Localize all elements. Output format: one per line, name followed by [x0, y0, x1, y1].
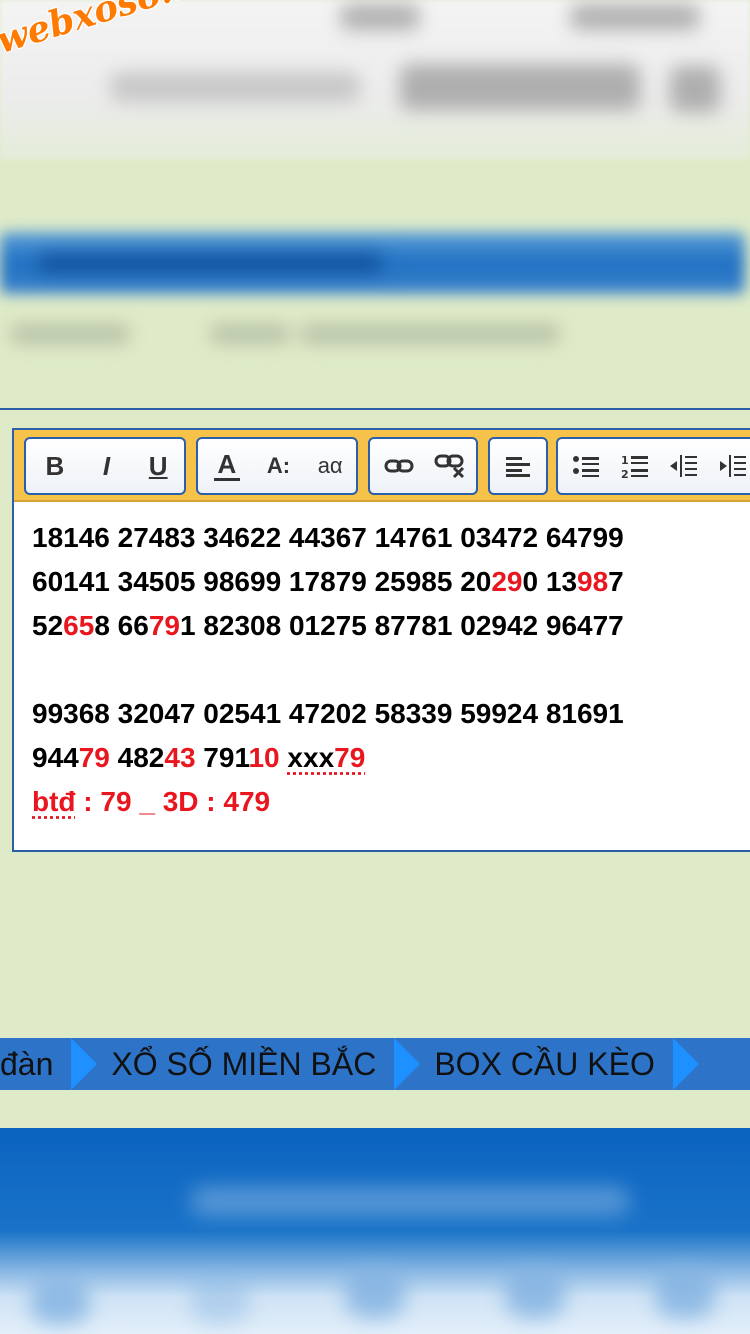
outdent-icon — [670, 455, 698, 477]
svg-text:1: 1 — [621, 454, 629, 467]
breadcrumb-label: BOX CẦU KÈO — [434, 1045, 655, 1082]
content-line: btđ : 79 _ 3D : 479 — [32, 780, 750, 824]
font-group: A A: aα — [196, 437, 358, 495]
text-segment: 8 66 — [94, 610, 149, 641]
blurred-header-band — [0, 232, 745, 294]
chevron-right-icon — [394, 1038, 421, 1090]
color-underline — [213, 477, 240, 481]
highlighted-number: 10 — [248, 742, 280, 773]
underline-icon: U — [148, 450, 168, 481]
link-group — [368, 437, 478, 495]
font-color-button[interactable]: A — [201, 439, 253, 493]
list-group: 12 — [556, 437, 750, 495]
text-segment: 482 — [109, 742, 165, 773]
text-segment: 944 — [32, 742, 79, 773]
text-segment: 60141 34505 98699 17879 25985 20 — [32, 566, 492, 597]
editor-toolbar: B I U A A: aα 1 2 — [14, 430, 750, 502]
breadcrumb-label: XỔ SỐ MIỀN BẮC — [111, 1045, 377, 1082]
chevron-right-icon — [71, 1038, 98, 1090]
blurred-bottom-toolbar — [0, 1128, 750, 1334]
text-segment: 1 82308 01275 87781 02942 96477 — [179, 610, 624, 641]
link-icon — [384, 459, 414, 473]
highlighted-number: 29 — [491, 566, 523, 597]
breadcrumb-item[interactable]: đàn — [0, 1046, 71, 1083]
content-line: 94479 48243 79110 xxx79 — [32, 736, 750, 780]
bold-button[interactable]: B — [29, 439, 81, 493]
blurred-breadcrumb — [0, 316, 580, 352]
font-color-icon: A — [217, 448, 237, 479]
chevron-right-icon — [672, 1038, 699, 1090]
highlighted-number: : 79 _ 3D : 479 — [75, 786, 271, 817]
highlighted-number: 79 — [334, 742, 366, 773]
numbered-list-button[interactable]: 12 — [611, 439, 660, 493]
highlighted-number: 43 — [164, 742, 196, 773]
highlighted-number: btđ — [32, 786, 76, 817]
text-segment: 7 — [608, 566, 624, 597]
format-group: B I U — [24, 437, 186, 495]
forum-breadcrumb-nav: đàn XỔ SỐ MIỀN BẮC BOX CẦU KÈO — [0, 1038, 750, 1090]
align-left-icon — [506, 457, 530, 477]
outdent-button[interactable] — [659, 439, 708, 493]
text-segment: 0 13 — [522, 566, 578, 597]
bold-icon: B — [45, 450, 65, 481]
editor-content[interactable]: 18146 27483 34622 44367 14761 03472 6479… — [32, 516, 750, 824]
insert-link-button[interactable] — [373, 439, 425, 493]
indent-icon — [719, 455, 746, 477]
font-family-button[interactable]: aα — [304, 439, 356, 493]
content-line: 52658 66791 82308 01275 87781 02942 9647… — [32, 604, 750, 648]
bullet-list-icon — [573, 456, 600, 477]
text-segment: 99368 32047 02541 47202 58339 59924 8169… — [32, 698, 624, 729]
italic-icon: I — [102, 450, 111, 481]
align-left-button[interactable] — [492, 439, 544, 493]
remove-link-button[interactable] — [425, 439, 477, 493]
font-family-icon: aα — [317, 453, 343, 478]
unlink-icon — [434, 454, 465, 479]
breadcrumb-item[interactable]: BOX CẦU KÈO — [394, 1038, 673, 1090]
content-line: 18146 27483 34622 44367 14761 03472 6479… — [32, 516, 750, 560]
text-segment: 18146 27483 34622 44367 14761 03472 6479… — [32, 522, 624, 553]
highlighted-number: 79 — [148, 610, 180, 641]
content-line — [32, 648, 750, 692]
highlighted-number: 98 — [577, 566, 609, 597]
align-group — [488, 437, 548, 495]
breadcrumb-label: đàn — [0, 1045, 54, 1082]
text-segment: xxx — [287, 742, 335, 773]
highlighted-number: 65 — [63, 610, 95, 641]
breadcrumb-item[interactable]: XỔ SỐ MIỀN BẮC — [71, 1038, 394, 1090]
text-segment: 791 — [195, 742, 249, 773]
editor-top-rule — [0, 408, 750, 410]
highlighted-number: 79 — [78, 742, 110, 773]
bullet-list-button[interactable] — [562, 439, 611, 493]
numbered-list-icon: 12 — [621, 454, 648, 479]
content-line: 60141 34505 98699 17879 25985 20290 1398… — [32, 560, 750, 604]
font-size-button[interactable]: A: — [253, 439, 305, 493]
svg-text:2: 2 — [621, 468, 629, 479]
content-line: 99368 32047 02541 47202 58339 59924 8169… — [32, 692, 750, 736]
indent-button[interactable] — [708, 439, 750, 493]
italic-button[interactable]: I — [81, 439, 133, 493]
underline-button[interactable]: U — [132, 439, 184, 493]
font-size-icon: A: — [266, 453, 291, 478]
text-segment: 52 — [32, 610, 64, 641]
rich-text-editor[interactable]: B I U A A: aα 1 2 18146 27483 34622 4436… — [12, 428, 750, 852]
